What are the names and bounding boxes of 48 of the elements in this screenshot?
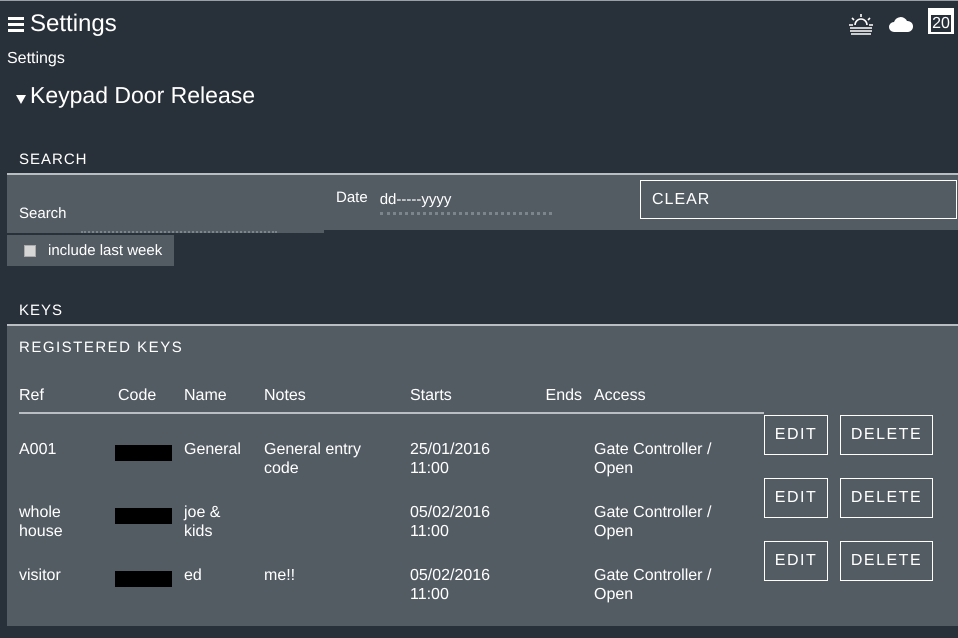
column-header: Notes <box>264 387 307 406</box>
page-title: Settings <box>30 10 117 38</box>
date-field[interactable]: dd-----yyyy <box>380 189 552 215</box>
redaction-block <box>115 571 172 587</box>
section-title[interactable]: Keypad Door Release <box>30 82 256 109</box>
redaction-block <box>115 445 172 461</box>
column-header: Name <box>184 387 228 406</box>
checkbox-label[interactable]: include last week <box>48 242 162 259</box>
sunrise-icon[interactable] <box>848 13 874 35</box>
table-cell-text: whole house <box>19 503 64 541</box>
column-header: Ref <box>19 387 45 406</box>
section-heading: SEARCH <box>18 150 89 170</box>
table-cell-text: Gate Controller / Open <box>594 503 712 541</box>
caret-icon[interactable] <box>16 95 26 104</box>
column-header: Access <box>594 387 647 406</box>
table-cell-text: General <box>184 440 242 460</box>
table-cell-text: 05/02/2016 11:00 <box>410 503 492 541</box>
search-field[interactable]: Search <box>7 175 324 233</box>
column-header: Starts <box>410 387 453 406</box>
delete-button[interactable]: DELETE <box>840 478 933 518</box>
clear-button[interactable]: CLEAR <box>640 180 957 219</box>
panel-heading: REGISTERED KEYS <box>18 338 184 358</box>
table-cell-text: joe & kids <box>184 503 222 541</box>
calendar-icon[interactable]: 20 <box>928 8 954 34</box>
column-header: Code <box>118 387 158 406</box>
table-cell-text: General entry code <box>264 440 362 478</box>
search-label: Search <box>19 205 67 224</box>
menu-icon[interactable] <box>8 16 24 32</box>
edit-button[interactable]: EDIT <box>764 415 828 455</box>
table-cell-text: ed <box>184 566 203 586</box>
checkbox[interactable] <box>24 244 36 256</box>
section-heading: KEYS <box>18 301 64 321</box>
table-cell-text: 25/01/2016 11:00 <box>410 440 492 478</box>
table-cell-text: 05/02/2016 11:00 <box>410 566 492 604</box>
cloud-icon[interactable] <box>888 16 914 32</box>
breadcrumb: Settings <box>6 49 66 68</box>
column-header: Ends <box>545 387 583 406</box>
edit-button[interactable]: EDIT <box>764 541 828 581</box>
delete-button[interactable]: DELETE <box>840 415 933 455</box>
table-cell-text: Gate Controller / Open <box>594 440 712 478</box>
table-cell-text: visitor <box>19 566 62 586</box>
table-cell-text: A001 <box>19 440 58 460</box>
date-label: Date <box>336 189 368 208</box>
delete-button[interactable]: DELETE <box>840 541 933 581</box>
table-cell-text: Gate Controller / Open <box>594 566 712 604</box>
table-cell-text: me!! <box>264 566 296 586</box>
edit-button[interactable]: EDIT <box>764 478 828 518</box>
redaction-block <box>115 508 172 524</box>
